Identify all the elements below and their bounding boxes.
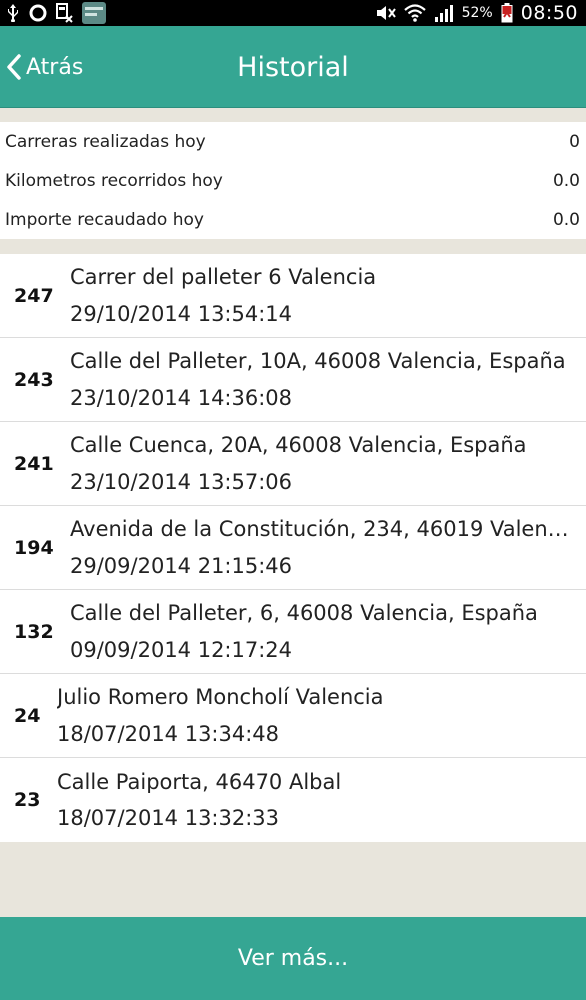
trip-address: Calle del Palleter, 10A, 46008 Valencia,… <box>70 350 566 373</box>
mute-icon <box>376 4 396 22</box>
status-bar-left <box>6 2 106 24</box>
trip-id: 23 <box>14 789 41 811</box>
summary-label: Kilometros recorridos hoy <box>5 170 223 191</box>
page-title: Historial <box>237 51 349 83</box>
trip-id: 132 <box>14 620 54 643</box>
summary-value: 0.0 <box>552 209 580 230</box>
summary-value: 0.0 <box>552 170 580 191</box>
trip-info: Calle Paiporta, 46470 Albal 18/07/2014 1… <box>57 771 586 829</box>
trip-info: Carrer del palleter 6 Valencia 29/10/201… <box>70 266 586 324</box>
usb-icon <box>6 4 20 22</box>
status-time: 08:50 <box>520 2 578 24</box>
trip-datetime: 23/10/2014 13:57:06 <box>70 470 293 493</box>
trip-datetime: 29/10/2014 13:54:14 <box>70 302 293 325</box>
list-item[interactable]: 24 Julio Romero Moncholí Valencia 18/07/… <box>0 674 586 758</box>
trip-info: Julio Romero Moncholí Valencia 18/07/201… <box>57 686 586 744</box>
back-button[interactable]: Atrás <box>6 26 83 108</box>
signal-icon <box>434 4 454 22</box>
trip-address: Calle Paiporta, 46470 Albal <box>57 770 342 793</box>
trip-datetime: 23/10/2014 14:36:08 <box>70 386 293 409</box>
trip-id: 194 <box>14 536 54 559</box>
today-summary: Carreras realizadas hoy 0 Kilometros rec… <box>0 122 586 239</box>
list-item[interactable]: 247 Carrer del palleter 6 Valencia 29/10… <box>0 254 586 338</box>
summary-value: 0 <box>569 131 580 152</box>
see-more-button[interactable]: Ver más... <box>0 917 586 1000</box>
list-item[interactable]: 132 Calle del Palleter, 6, 46008 Valenci… <box>0 590 586 674</box>
trip-info: Avenida de la Constitución, 234, 46019 V… <box>70 518 586 576</box>
battery-percent: 52% <box>461 5 493 21</box>
sync-icon <box>28 3 48 23</box>
trip-datetime: 18/07/2014 13:32:33 <box>57 807 280 830</box>
trip-address: Carrer del palleter 6 Valencia <box>70 266 377 289</box>
summary-row-trips: Carreras realizadas hoy 0 <box>0 122 586 161</box>
summary-label: Carreras realizadas hoy <box>5 131 206 152</box>
trip-id: 243 <box>14 368 54 391</box>
summary-row-amount: Importe recaudado hoy 0.0 <box>0 200 586 239</box>
trip-datetime: 18/07/2014 13:34:48 <box>57 722 280 745</box>
list-item[interactable]: 243 Calle del Palleter, 10A, 46008 Valen… <box>0 338 586 422</box>
trip-datetime: 09/09/2014 12:17:24 <box>70 638 293 661</box>
trip-id: 247 <box>14 284 54 307</box>
list-item[interactable]: 241 Calle Cuenca, 20A, 46008 Valencia, E… <box>0 422 586 506</box>
status-bar: 52% 08:50 <box>0 0 586 26</box>
trip-address: Julio Romero Moncholí Valencia <box>57 686 384 709</box>
list-item[interactable]: 194 Avenida de la Constitución, 234, 460… <box>0 506 586 590</box>
trip-info: Calle Cuenca, 20A, 46008 Valencia, Españ… <box>70 434 586 492</box>
app-thumbnail-icon <box>82 2 106 24</box>
summary-row-kilometers: Kilometros recorridos hoy 0.0 <box>0 161 586 200</box>
back-button-label: Atrás <box>26 54 84 80</box>
status-bar-right: 52% 08:50 <box>376 2 578 24</box>
trip-id: 24 <box>14 704 41 727</box>
summary-label: Importe recaudado hoy <box>5 209 204 230</box>
trip-info: Calle del Palleter, 10A, 46008 Valencia,… <box>70 350 586 408</box>
wifi-icon <box>403 4 426 22</box>
chevron-left-icon <box>6 54 22 80</box>
trip-id: 241 <box>14 452 54 475</box>
app-bar: Atrás Historial <box>0 26 586 108</box>
trip-address: Calle del Palleter, 6, 46008 Valencia, E… <box>70 602 538 625</box>
trip-info: Calle del Palleter, 6, 46008 Valencia, E… <box>70 602 586 660</box>
battery-icon <box>501 3 513 23</box>
sim-card-icon <box>56 3 74 23</box>
trip-history-list: 247 Carrer del palleter 6 Valencia 29/10… <box>0 254 586 842</box>
trip-address: Avenida de la Constitución, 234, 46019 V… <box>70 518 580 541</box>
list-item[interactable]: 23 Calle Paiporta, 46470 Albal 18/07/201… <box>0 758 586 842</box>
trip-address: Calle Cuenca, 20A, 46008 Valencia, Españ… <box>70 434 527 457</box>
trip-datetime: 29/09/2014 21:15:46 <box>70 554 293 577</box>
